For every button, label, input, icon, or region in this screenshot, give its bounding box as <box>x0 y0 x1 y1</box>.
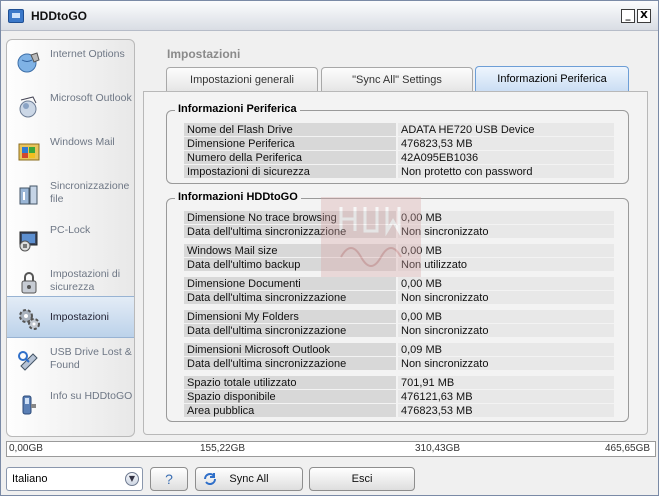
row-value: 0,09 MB <box>398 343 614 356</box>
table-row: Impostazioni di sicurezza Non protetto co… <box>184 165 616 179</box>
row-value: Non protetto con password <box>398 165 614 178</box>
table-row: Data dell'ultima sincronizzazione Non sin… <box>184 357 616 371</box>
table-row: Spazio disponibile 476121,63 MB <box>184 390 616 404</box>
pc-lock-icon <box>15 225 43 253</box>
language-select[interactable]: Italiano ▼ <box>6 467 143 491</box>
app-icon <box>8 9 24 23</box>
table-row: Area pubblica 476823,53 MB <box>184 404 616 418</box>
section-title: Impostazioni <box>167 47 241 61</box>
row-value: 0,00 MB <box>398 211 614 224</box>
row-label: Data dell'ultima sincronizzazione <box>184 291 396 304</box>
sidebar-item-label: Sincronizzazione file <box>50 180 130 205</box>
row-value: Non sincronizzato <box>398 225 614 238</box>
table-row: Dimensioni Microsoft Outlook 0,09 MB <box>184 343 616 357</box>
row-value: Non sincronizzato <box>398 357 614 370</box>
table-row: Data dell'ultima sincronizzazione Non sin… <box>184 291 616 305</box>
row-value: 0,00 MB <box>398 277 614 290</box>
table-row: Dimensioni My Folders 0,00 MB <box>184 310 616 324</box>
language-value: Italiano <box>12 473 48 485</box>
sidebar-item-info[interactable]: Info su HDDtoGO <box>7 384 134 426</box>
row-label: Numero della Periferica <box>184 151 396 164</box>
tab-general-settings[interactable]: Impostazioni generali <box>166 67 318 92</box>
sidebar-item-label: Windows Mail <box>50 136 115 148</box>
row-label: Nome del Flash Drive <box>184 123 396 136</box>
sync-icon <box>204 473 216 485</box>
info-icon <box>15 391 43 419</box>
row-value: Non sincronizzato <box>398 291 614 304</box>
sidebar-item-sync-files[interactable]: Sincronizzazione file <box>7 174 134 216</box>
row-value: 476121,63 MB <box>398 390 614 403</box>
sync-all-button[interactable]: Sync All <box>195 467 303 491</box>
sidebar-item-usb-lost-found[interactable]: USB Drive Lost & Found <box>7 340 134 382</box>
row-value: Non sincronizzato <box>398 324 614 337</box>
row-label: Data dell'ultima sincronizzazione <box>184 324 396 337</box>
row-value: 42A095EB1036 <box>398 151 614 164</box>
minimize-button[interactable]: _ <box>621 9 635 23</box>
windows-mail-icon <box>15 137 43 165</box>
tab-device-info[interactable]: Informazioni Periferica <box>475 66 629 93</box>
row-label: Dimensioni My Folders <box>184 310 396 323</box>
close-button[interactable]: X <box>637 9 651 23</box>
chevron-down-icon[interactable]: ▼ <box>125 472 139 486</box>
sidebar-item-label: Impostazioni di sicurezza <box>50 268 121 293</box>
table-row: Dimensione Periferica 476823,53 MB <box>184 137 616 151</box>
table-row: Nome del Flash Drive ADATA HE720 USB Devi… <box>184 123 616 137</box>
sidebar-item-microsoft-outlook[interactable]: Microsoft Outlook <box>7 86 134 128</box>
row-label: Spazio disponibile <box>184 390 396 403</box>
sync-all-label: Sync All <box>229 473 269 485</box>
row-value: Non utilizzato <box>398 258 614 271</box>
sidebar-item-label: Microsoft Outlook <box>50 92 132 104</box>
security-settings-icon <box>15 269 43 297</box>
sidebar-item-label: Internet Options <box>50 48 125 60</box>
row-label: Impostazioni di sicurezza <box>184 165 396 178</box>
exit-label: Esci <box>351 473 373 485</box>
sidebar-item-label: Info su HDDtoGO <box>50 390 133 402</box>
row-value: 476823,53 MB <box>398 137 614 150</box>
outlook-icon <box>15 93 43 121</box>
window-title: HDDtoGO <box>31 9 87 23</box>
row-label: Dimensione Documenti <box>184 277 396 290</box>
sidebar-item-settings[interactable]: Impostazioni <box>7 296 134 338</box>
disk-usage-bar: 0,00GB 155,22GB 310,43GB 465,65GB <box>6 441 656 457</box>
app-window: HDDtoGO _ X Internet Options Microsoft O… <box>0 0 659 496</box>
row-label: Dimensioni Microsoft Outlook <box>184 343 396 356</box>
scale-label: 0,00GB <box>9 443 43 454</box>
group-title: Informazioni Periferica <box>175 103 300 115</box>
table-row: Numero della Periferica 42A095EB1036 <box>184 151 616 165</box>
row-value: 701,91 MB <box>398 376 614 389</box>
row-value: 0,00 MB <box>398 310 614 323</box>
internet-options-icon <box>15 49 43 77</box>
tab-sync-all-settings[interactable]: "Sync All" Settings <box>321 67 473 92</box>
table-row: Data dell'ultima sincronizzazione Non sin… <box>184 324 616 338</box>
device-info-group: Informazioni Periferica Nome del Flash D… <box>166 103 629 184</box>
sidebar-item-pc-lock[interactable]: PC-Lock <box>7 218 134 260</box>
watermark-logo <box>321 197 421 277</box>
row-label: Dimensione Periferica <box>184 137 396 150</box>
sidebar-item-windows-mail[interactable]: Windows Mail <box>7 130 134 172</box>
sync-files-icon <box>15 181 43 209</box>
sidebar-item-internet-options[interactable]: Internet Options <box>7 42 134 84</box>
scale-label: 310,43GB <box>415 443 461 454</box>
row-label: Area pubblica <box>184 404 396 417</box>
sidebar-item-label: PC-Lock <box>50 224 91 236</box>
row-label: Spazio totale utilizzato <box>184 376 396 389</box>
row-label: Data dell'ultima sincronizzazione <box>184 357 396 370</box>
exit-button[interactable]: Esci <box>309 467 415 491</box>
sidebar: Internet Options Microsoft Outlook Windo… <box>6 39 135 437</box>
help-icon: ? <box>165 471 173 487</box>
title-bar[interactable]: HDDtoGO _ X <box>1 1 658 31</box>
sidebar-item-label: Impostazioni <box>50 311 109 323</box>
scale-label: 155,22GB <box>200 443 246 454</box>
sidebar-item-label: USB Drive Lost & Found <box>50 346 132 371</box>
scale-label: 465,65GB <box>605 443 651 454</box>
table-row: Dimensione Documenti 0,00 MB <box>184 277 616 291</box>
help-button[interactable]: ? <box>150 467 188 491</box>
row-value: 0,00 MB <box>398 244 614 257</box>
table-row: Spazio totale utilizzato 701,91 MB <box>184 376 616 390</box>
usb-lost-found-icon <box>15 347 43 375</box>
row-value: ADATA HE720 USB Device <box>398 123 614 136</box>
group-title: Informazioni HDDtoGO <box>175 191 301 203</box>
row-value: 476823,53 MB <box>398 404 614 417</box>
settings-icon <box>15 304 43 332</box>
